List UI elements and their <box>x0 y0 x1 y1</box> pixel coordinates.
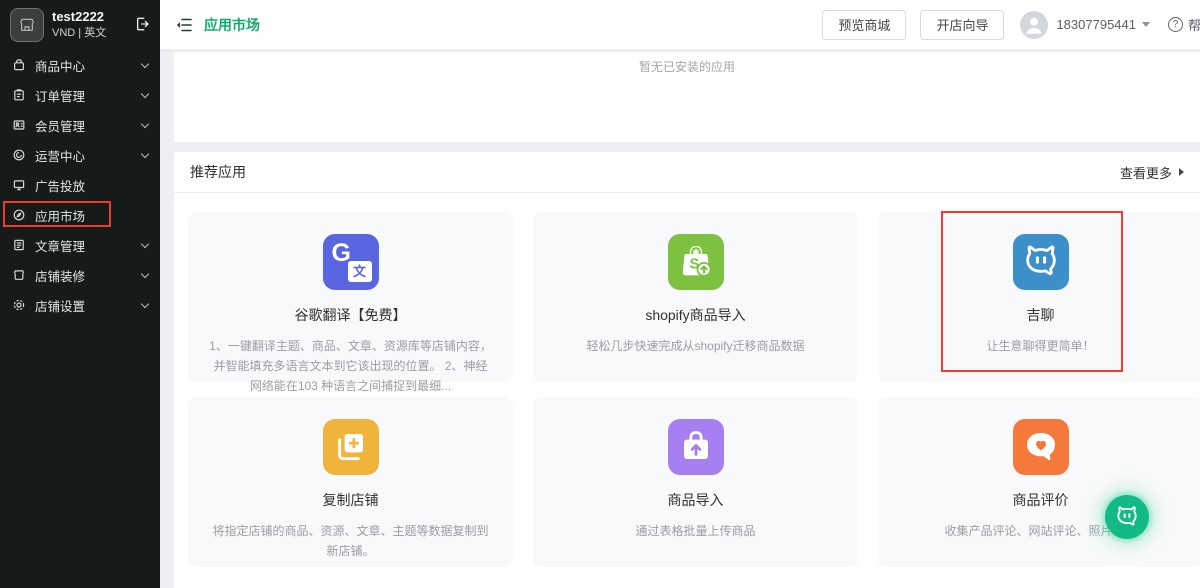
sidebar-item-label: 店铺设置 <box>35 296 85 315</box>
chevron-down-icon <box>141 149 149 157</box>
preview-store-button[interactable]: 预览商城 <box>822 10 906 40</box>
chevron-down-icon <box>141 59 149 67</box>
sidebar-item-ad-delivery[interactable]: 广告投放 <box>0 170 160 200</box>
operation-icon <box>12 148 26 162</box>
app-name: 商品导入 <box>533 490 858 510</box>
monitor-icon <box>12 178 26 192</box>
account-phone: 18307795441 <box>1056 17 1136 32</box>
sidebar-item-member-management[interactable]: 会员管理 <box>0 110 160 140</box>
app-name: 谷歌翻译【免费】 <box>188 305 513 325</box>
google-translate-icon: G 文 <box>323 234 379 290</box>
main-content: 暂无已安装的应用 推荐应用 查看更多 G 文 谷歌翻译【免费】 1、一键翻译主题… <box>160 50 1200 588</box>
clipboard-icon <box>12 88 26 102</box>
app-card-grid: G 文 谷歌翻译【免费】 1、一键翻译主题、商品、文章、资源库等店铺内容，并智能… <box>174 193 1200 567</box>
sidebar-item-label: 文章管理 <box>35 236 85 255</box>
chevron-down-icon <box>1142 22 1150 27</box>
user-avatar[interactable] <box>1020 11 1048 39</box>
empty-state-text: 暂无已安装的应用 <box>174 52 1200 75</box>
help-label: 帮助 <box>1188 15 1200 34</box>
bag-icon <box>12 58 26 72</box>
translate-glyph: 文 <box>348 261 372 282</box>
app-card-shopify-import[interactable]: S shopify商品导入 轻松几步快速完成从shopify迁移商品数据 <box>533 212 858 382</box>
chevron-down-icon <box>141 299 149 307</box>
sidebar-item-label: 商品中心 <box>35 56 85 75</box>
chevron-down-icon <box>141 89 149 97</box>
chevron-down-icon <box>141 239 149 247</box>
setup-guide-button[interactable]: 开店向导 <box>920 10 1004 40</box>
chevron-down-icon <box>141 119 149 127</box>
recommended-header: 推荐应用 查看更多 <box>174 152 1200 193</box>
app-card-copy-shop[interactable]: 复制店铺 将指定店铺的商品、资源、文章、主题等数据复制到新店铺。 <box>188 397 513 567</box>
logout-button[interactable] <box>134 16 150 37</box>
sidebar-item-article-management[interactable]: 文章管理 <box>0 230 160 260</box>
copy-shop-icon <box>323 419 379 475</box>
app-name: shopify商品导入 <box>533 305 858 325</box>
sidebar-item-app-market[interactable]: 应用市场 <box>0 200 160 230</box>
product-import-icon <box>668 419 724 475</box>
app-description: 轻松几步快速完成从shopify迁移商品数据 <box>553 336 838 356</box>
collapse-sidebar-icon[interactable] <box>174 15 194 35</box>
installed-apps-panel: 暂无已安装的应用 <box>174 52 1200 142</box>
sidebar-item-label: 运营中心 <box>35 146 85 165</box>
view-more-label: 查看更多 <box>1120 163 1172 182</box>
review-icon <box>1013 419 1069 475</box>
app-description: 让生意聊得更简单！ <box>898 336 1183 356</box>
account-texts: test2222 VND | 英文 <box>52 9 106 41</box>
gear-icon <box>12 298 26 312</box>
sidebar-item-product-center[interactable]: 商品中心 <box>0 50 160 80</box>
jiliao-cat-icon <box>1013 234 1069 290</box>
shopfront-icon <box>12 268 26 282</box>
topbar-actions: 预览商城 开店向导 18307795441 ? 帮助 <box>808 10 1200 40</box>
article-icon <box>12 238 26 252</box>
view-more-link[interactable]: 查看更多 <box>1120 163 1184 182</box>
shopify-icon: S <box>668 234 724 290</box>
live-chat-button[interactable] <box>1105 495 1149 539</box>
sidebar-item-order-management[interactable]: 订单管理 <box>0 80 160 110</box>
account-summary: test2222 VND | 英文 <box>0 0 160 50</box>
sidebar-item-operation-center[interactable]: 运营中心 <box>0 140 160 170</box>
help-button[interactable]: ? 帮助 <box>1168 15 1200 34</box>
chat-cat-icon <box>1114 504 1140 530</box>
question-icon: ? <box>1168 17 1183 32</box>
account-currency-language: VND | 英文 <box>52 27 106 41</box>
sidebar-item-store-settings[interactable]: 店铺设置 <box>0 290 160 320</box>
app-card-jiliao[interactable]: 吉聊 让生意聊得更简单！ <box>878 212 1200 382</box>
sidebar-menu: 商品中心 订单管理 会员管理 运营中心 <box>0 50 160 320</box>
member-card-icon <box>12 118 26 132</box>
account-menu[interactable]: 18307795441 <box>1056 17 1150 32</box>
sidebar-item-label: 订单管理 <box>35 86 85 105</box>
page-title: 应用市场 <box>204 15 260 35</box>
app-description: 将指定店铺的商品、资源、文章、主题等数据复制到新店铺。 <box>208 521 493 561</box>
recommended-apps-panel: 推荐应用 查看更多 G 文 谷歌翻译【免费】 1、一键翻译主题、商品、文章、资源… <box>174 152 1200 588</box>
app-card-google-translate[interactable]: G 文 谷歌翻译【免费】 1、一键翻译主题、商品、文章、资源库等店铺内容，并智能… <box>188 212 513 382</box>
topbar: 应用市场 预览商城 开店向导 18307795441 ? 帮助 <box>160 0 1200 50</box>
app-name: 吉聊 <box>878 305 1200 325</box>
app-card-product-import[interactable]: 商品导入 通过表格批量上传商品 <box>533 397 858 567</box>
recommended-title: 推荐应用 <box>190 162 246 182</box>
sidebar-item-store-decoration[interactable]: 店铺装修 <box>0 260 160 290</box>
sidebar-item-label: 会员管理 <box>35 116 85 135</box>
app-name: 复制店铺 <box>188 490 513 510</box>
store-avatar <box>10 8 44 42</box>
app-description: 通过表格批量上传商品 <box>553 521 838 541</box>
storefront-icon <box>17 15 37 35</box>
compass-icon <box>12 208 26 222</box>
sidebar-item-label: 应用市场 <box>35 206 85 225</box>
arrow-right-icon <box>1179 168 1184 176</box>
logout-icon <box>134 16 150 32</box>
person-icon <box>1020 11 1048 39</box>
chevron-down-icon <box>141 269 149 277</box>
app-description: 1、一键翻译主题、商品、文章、资源库等店铺内容，并智能填充多语言文本到它该出现的… <box>208 336 493 396</box>
sidebar-item-label: 店铺装修 <box>35 266 85 285</box>
sidebar-item-label: 广告投放 <box>35 176 85 195</box>
sidebar: test2222 VND | 英文 商品中心 订单管理 <box>0 0 160 588</box>
app-name: 商品评价 <box>878 490 1200 510</box>
app-card-product-review[interactable]: 商品评价 收集产品评论、网站评论、照片评论 <box>878 397 1200 567</box>
account-name: test2222 <box>52 9 106 25</box>
